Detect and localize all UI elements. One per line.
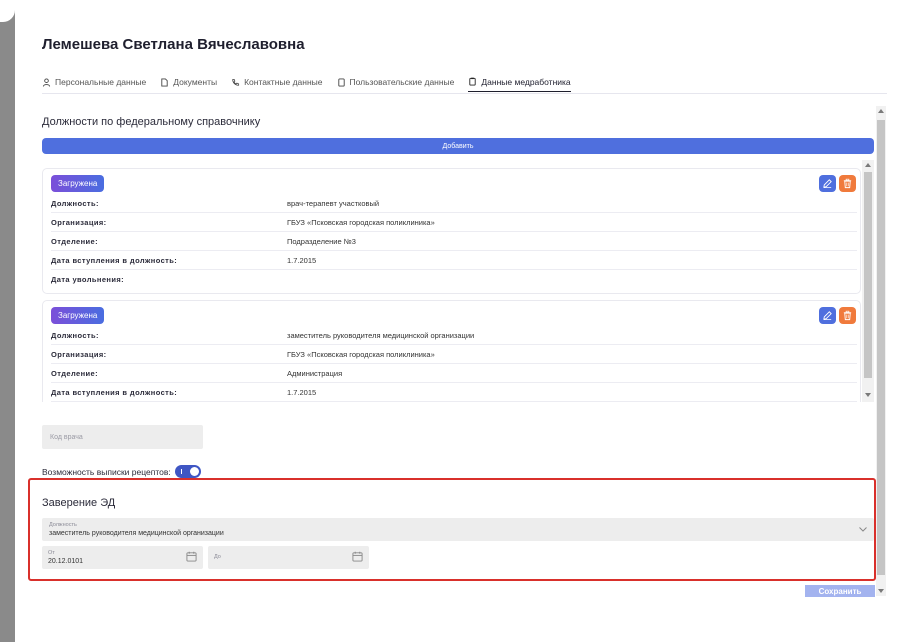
row-label: Дата вступления в должность:: [51, 387, 178, 397]
department-row: Отделение: Администрация: [51, 364, 857, 383]
date-to-input[interactable]: До: [208, 546, 369, 569]
chevron-down-icon: [859, 527, 867, 532]
recipe-permission: Возможность выписки рецептов:: [42, 465, 201, 478]
row-label: Отделение:: [51, 236, 98, 246]
phone-icon: [232, 78, 240, 86]
field-label: Должность: [49, 522, 77, 528]
tab-documents[interactable]: Документы: [160, 72, 217, 92]
tab-label: Контактные данные: [244, 77, 323, 87]
delete-button[interactable]: [839, 175, 856, 192]
card-actions: [819, 175, 856, 192]
start-date-row: Дата вступления в должность: 1.7.2015: [51, 251, 857, 270]
organization-row: Организация: ГБУЗ «Псковская городская по…: [51, 345, 857, 364]
toggle-knob: [189, 467, 199, 476]
scroll-up-arrow-icon[interactable]: [865, 163, 871, 167]
scroll-down-arrow-icon[interactable]: [865, 393, 871, 397]
tab-user-data[interactable]: Пользовательские данные: [337, 72, 455, 92]
field-label: До: [214, 554, 221, 560]
clipboard-icon: [469, 77, 477, 86]
tabs-divider: [42, 93, 887, 94]
position-select[interactable]: Должность заместитель руководителя медиц…: [42, 518, 874, 541]
date-from-input[interactable]: От 20.12.0101: [42, 546, 203, 569]
tab-bar: Персональные данные Документы Контактные…: [42, 72, 571, 94]
pencil-icon: [823, 179, 832, 188]
row-value: заместитель руководителя медицинской орг…: [287, 330, 475, 340]
tab-contacts[interactable]: Контактные данные: [231, 72, 323, 92]
edit-button[interactable]: [819, 175, 836, 192]
edit-button[interactable]: [819, 307, 836, 324]
calendar-icon[interactable]: [352, 551, 363, 562]
dismissal-date-row: Дата увольнения:: [51, 270, 857, 289]
positions-section-title: Должности по федеральному справочнику: [42, 116, 261, 128]
page-scrollbar[interactable]: [876, 106, 886, 596]
scroll-thumb[interactable]: [877, 120, 885, 575]
person-icon: [42, 77, 51, 87]
row-value: 1.7.2015: [287, 387, 317, 397]
card-actions: [819, 307, 856, 324]
row-label: Организация:: [51, 349, 107, 359]
row-value: врач-терапевт участковый: [287, 198, 380, 208]
department-row: Отделение: Подразделение №3: [51, 232, 857, 251]
scroll-down-arrow-icon[interactable]: [878, 589, 884, 593]
calendar-icon[interactable]: [186, 551, 197, 562]
row-label: Дата вступления в должность:: [51, 255, 178, 265]
left-rail: [0, 0, 15, 642]
ed-certification-title: Заверение ЭД: [42, 497, 116, 509]
recipe-label: Возможность выписки рецептов:: [42, 466, 171, 477]
scroll-up-arrow-icon[interactable]: [878, 109, 884, 113]
tab-label: Документы: [173, 77, 218, 87]
user-data-icon: [337, 77, 345, 87]
organization-row: Организация: ГБУЗ «Псковская городская по…: [51, 213, 857, 232]
start-date-row: Дата вступления в должность: 1.7.2015: [51, 383, 857, 402]
row-label: Должность:: [51, 330, 99, 340]
position-row: Должность: заместитель руководителя медиц…: [51, 326, 857, 345]
recipe-toggle[interactable]: [174, 465, 201, 478]
field-value: заместитель руководителя медицинской орг…: [49, 530, 224, 537]
rail-notch: [0, 0, 15, 22]
row-value: ГБУЗ «Псковская городская поликлиника»: [287, 349, 435, 359]
field-label: От: [48, 550, 55, 556]
save-button[interactable]: Сохранить: [805, 585, 875, 597]
toggle-on-mark: [180, 469, 182, 474]
doctor-code-input[interactable]: Код врача: [42, 425, 203, 449]
row-label: Должность:: [51, 198, 99, 208]
tab-label: Данные медработника: [481, 76, 571, 87]
row-value: 1.7.2015: [287, 255, 317, 265]
status-badge: Загружена: [51, 307, 105, 324]
delete-button[interactable]: [839, 307, 856, 324]
status-badge: Загружена: [51, 175, 105, 192]
tab-medical-worker[interactable]: Данные медработника: [468, 72, 571, 92]
trash-icon: [843, 178, 852, 189]
tab-label: Персональные данные: [55, 77, 147, 87]
tab-personal[interactable]: Персональные данные: [42, 72, 146, 92]
field-value: 20.12.0101: [48, 558, 84, 565]
position-card: Загружена Должность: заместитель руководи…: [42, 300, 861, 402]
position-row: Должность: врач-терапевт участковый: [51, 194, 857, 213]
add-position-button[interactable]: Добавить: [42, 138, 874, 154]
trash-icon: [843, 310, 852, 321]
pencil-icon: [823, 311, 832, 320]
document-icon: [161, 77, 168, 87]
row-label: Дата увольнения:: [51, 275, 125, 284]
row-value: Администрация: [287, 368, 343, 378]
row-label: Отделение:: [51, 368, 98, 378]
row-value: ГБУЗ «Псковская городская поликлиника»: [287, 217, 435, 227]
scroll-thumb[interactable]: [864, 172, 872, 378]
position-card: Загружена Должность: врач-терапевт участк…: [42, 168, 861, 294]
row-label: Организация:: [51, 217, 107, 227]
tab-label: Пользовательские данные: [349, 77, 455, 87]
positions-list: Загружена Должность: врач-терапевт участк…: [42, 160, 862, 402]
positions-scrollbar[interactable]: [862, 160, 874, 402]
row-value: Подразделение №3: [287, 236, 356, 246]
page-title: Лемешева Светлана Вячеславовна: [42, 36, 305, 53]
